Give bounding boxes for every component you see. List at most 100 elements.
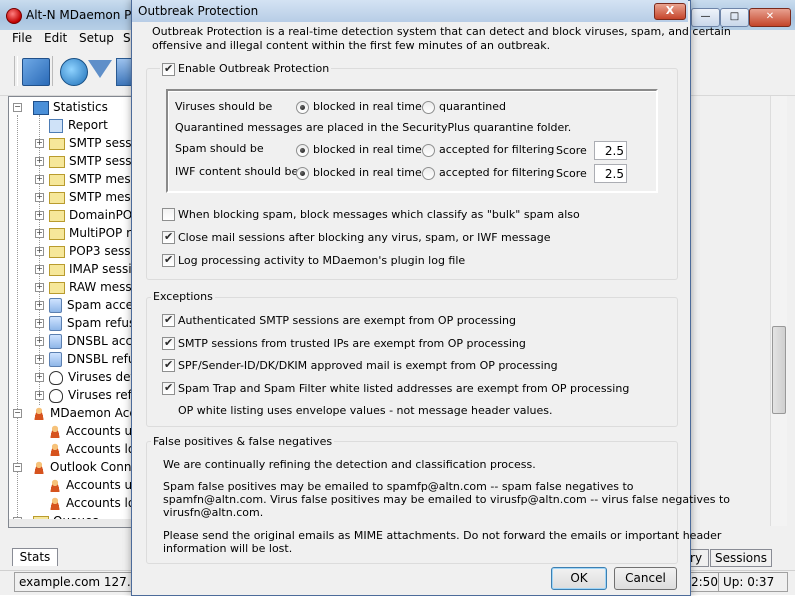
bulk-spam-checkbox[interactable] bbox=[162, 208, 175, 221]
user-icon bbox=[49, 443, 61, 456]
tree-horizontal-scrollbar[interactable] bbox=[9, 519, 135, 527]
envelope-icon bbox=[49, 137, 65, 150]
toolbar-partial-icon[interactable] bbox=[116, 58, 132, 86]
status-host: example.com 127.0.0.1 bbox=[14, 572, 161, 592]
exempt-whitelist-label: Spam Trap and Spam Filter white listed a… bbox=[178, 382, 630, 395]
iwf-blocked-label: blocked in real time bbox=[313, 166, 422, 179]
tab-sessions[interactable]: Sessions bbox=[710, 549, 772, 567]
viruses-blocked-label: blocked in real time bbox=[313, 100, 422, 113]
envelope-icon bbox=[49, 155, 65, 168]
dialog-title: Outbreak Protection bbox=[138, 4, 259, 18]
false-positives-title: False positives & false negatives bbox=[151, 435, 335, 449]
fp-line-3: spamfn@altn.com. Virus false positives m… bbox=[163, 493, 730, 506]
viruses-blocked-radio[interactable] bbox=[296, 101, 309, 114]
menu-partial[interactable]: S bbox=[123, 31, 131, 45]
skull-icon bbox=[49, 388, 63, 403]
log-activity-checkbox[interactable] bbox=[162, 253, 175, 267]
trash-icon bbox=[49, 316, 62, 331]
intro-text-line2: offensive and illegal content within the… bbox=[152, 39, 551, 52]
intro-text-line1: Outbreak Protection is a real-time detec… bbox=[152, 25, 731, 38]
tree-item-oc-accounts-left[interactable]: Accounts lo bbox=[49, 494, 135, 512]
exempt-spf-checkbox[interactable] bbox=[162, 358, 175, 372]
monitor-icon[interactable] bbox=[22, 58, 50, 86]
enable-group-title: Enable Outbreak Protection bbox=[160, 62, 332, 76]
exempt-trusted-ips-label: SMTP sessions from trusted IPs are exemp… bbox=[178, 337, 526, 350]
filter-icon[interactable] bbox=[88, 60, 112, 78]
tree-item-oc-accounts-used[interactable]: Accounts u bbox=[49, 476, 132, 494]
fp-line-6: information will be lost. bbox=[163, 542, 293, 555]
computer-icon bbox=[33, 100, 49, 115]
spam-score-input[interactable]: 2.5 bbox=[594, 141, 627, 160]
user-icon bbox=[49, 497, 61, 510]
right-vertical-scrollbar[interactable] bbox=[770, 96, 787, 526]
report-icon bbox=[49, 118, 63, 133]
envelope-icon bbox=[49, 281, 65, 294]
spam-accepted-radio[interactable] bbox=[422, 144, 435, 157]
user-icon bbox=[49, 425, 61, 438]
viruses-label: Viruses should be bbox=[175, 100, 273, 113]
exceptions-title: Exceptions bbox=[151, 290, 215, 304]
envelope-icon bbox=[49, 263, 65, 276]
exempt-spf-label: SPF/Sender-ID/DK/DKIM approved mail is e… bbox=[178, 359, 558, 372]
spam-blocked-radio[interactable] bbox=[296, 144, 309, 157]
fp-line-2: Spam false positives may be emailed to s… bbox=[163, 480, 634, 493]
envelope-icon bbox=[49, 227, 65, 240]
iwf-score-label: Score bbox=[556, 167, 587, 180]
menu-file[interactable]: File bbox=[12, 31, 32, 45]
exempt-whitelist-checkbox[interactable] bbox=[162, 381, 175, 395]
close-app-button[interactable]: ✕ bbox=[749, 8, 791, 27]
status-uptime: Up: 0:37 bbox=[718, 572, 788, 592]
log-activity-label: Log processing activity to MDaemon's plu… bbox=[178, 254, 466, 267]
envelope-icon bbox=[49, 173, 65, 186]
envelope-icon bbox=[49, 245, 65, 258]
bulk-spam-label: When blocking spam, block messages which… bbox=[178, 208, 580, 221]
user-icon bbox=[49, 479, 61, 492]
iwf-accepted-label: accepted for filtering bbox=[439, 166, 555, 179]
quarantine-note: Quarantined messages are placed in the S… bbox=[175, 121, 572, 134]
iwf-blocked-radio[interactable] bbox=[296, 167, 309, 180]
cancel-button[interactable]: Cancel bbox=[614, 567, 677, 590]
user-icon bbox=[33, 461, 45, 474]
status-time: 2:50 bbox=[686, 572, 722, 592]
skull-icon bbox=[49, 370, 63, 385]
spam-accepted-label: accepted for filtering bbox=[439, 143, 555, 156]
tree-item-accounts-used[interactable]: Accounts u bbox=[49, 422, 132, 440]
scrollbar-thumb[interactable] bbox=[772, 326, 786, 414]
trash-icon bbox=[49, 334, 62, 349]
exempt-authenticated-label: Authenticated SMTP sessions are exempt f… bbox=[178, 314, 516, 327]
whitelist-note: OP white listing uses envelope values - … bbox=[178, 404, 553, 417]
tree-item-report[interactable]: Report bbox=[49, 116, 108, 134]
menu-setup[interactable]: Setup bbox=[79, 31, 114, 45]
menu-edit[interactable]: Edit bbox=[44, 31, 67, 45]
trash-icon bbox=[49, 352, 62, 367]
envelope-icon bbox=[49, 191, 65, 204]
app-title: Alt-N MDaemon PF bbox=[26, 8, 139, 22]
user-icon bbox=[33, 407, 45, 420]
tab-stats[interactable]: Stats bbox=[12, 548, 58, 566]
dialog-close-button[interactable]: X bbox=[654, 3, 686, 20]
iwf-label: IWF content should be bbox=[175, 165, 299, 178]
viruses-quarantined-radio[interactable] bbox=[422, 101, 435, 114]
fp-line-5: Please send the original emails as MIME … bbox=[163, 529, 722, 542]
spam-score-label: Score bbox=[556, 144, 587, 157]
trash-icon bbox=[49, 298, 62, 313]
enable-outbreak-protection-checkbox[interactable] bbox=[162, 62, 175, 76]
exempt-trusted-ips-checkbox[interactable] bbox=[162, 336, 175, 350]
ok-button[interactable]: OK bbox=[551, 567, 607, 590]
spam-label: Spam should be bbox=[175, 142, 264, 155]
iwf-accepted-radio[interactable] bbox=[422, 167, 435, 180]
envelope-icon bbox=[49, 209, 65, 222]
globe-icon[interactable] bbox=[60, 58, 88, 86]
tree-item-accounts-left[interactable]: Accounts lo bbox=[49, 440, 135, 458]
close-sessions-checkbox[interactable] bbox=[162, 230, 175, 244]
exempt-authenticated-checkbox[interactable] bbox=[162, 313, 175, 327]
fp-line-1: We are continually refining the detectio… bbox=[163, 458, 536, 471]
iwf-score-input[interactable]: 2.5 bbox=[594, 164, 627, 183]
toolbar-grip bbox=[14, 56, 18, 86]
app-logo-icon bbox=[6, 8, 22, 24]
viruses-quarantined-label: quarantined bbox=[439, 100, 507, 113]
tree-panel: − Statistics Report + SMTP sessi + SMTP se… bbox=[8, 96, 138, 528]
toolbar-separator bbox=[52, 56, 53, 86]
close-sessions-label: Close mail sessions after blocking any v… bbox=[178, 231, 551, 244]
spam-blocked-label: blocked in real time bbox=[313, 143, 422, 156]
